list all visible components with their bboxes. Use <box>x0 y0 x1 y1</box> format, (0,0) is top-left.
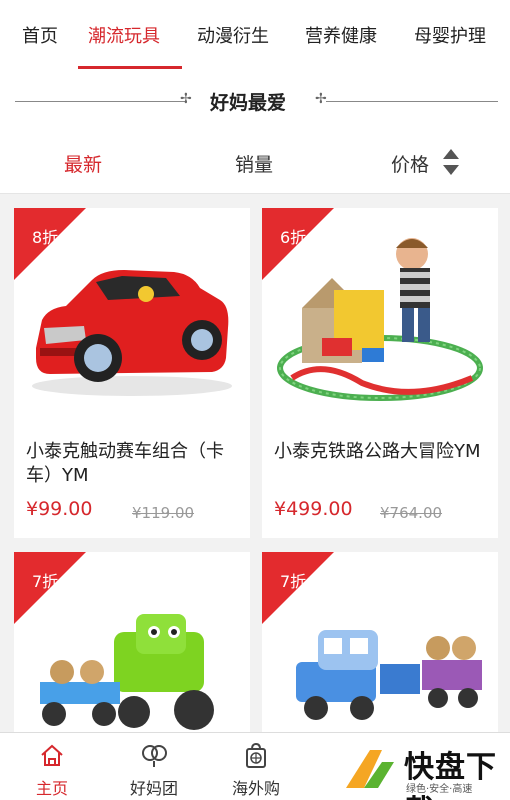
sort-newest[interactable]: 最新 <box>64 150 102 177</box>
section-title: 好妈最爱 <box>210 92 287 114</box>
discount-badge-label: 7折 <box>32 572 59 591</box>
sort-sales[interactable]: 销量 <box>235 150 273 177</box>
discount-badge-label: 8折 <box>32 228 59 247</box>
product-card[interactable]: 7折 <box>262 552 498 732</box>
product-card[interactable]: 6折 小泰克铁路公路大冒险YM ¥499.00 ¥764.00 <box>262 208 498 538</box>
tab-anime[interactable]: 动漫衍生 <box>197 22 269 48</box>
home-icon <box>41 744 63 766</box>
divider-right <box>326 101 498 102</box>
ornament-right-icon: ✢ <box>315 91 327 107</box>
divider-left <box>15 101 185 102</box>
discount-badge-label: 7折 <box>280 572 307 591</box>
product-name[interactable]: 小泰克触动赛车组合（卡车）YM <box>26 440 241 488</box>
nav-home-label: 主页 <box>35 779 68 798</box>
product-original-price: ¥764.00 <box>380 504 443 522</box>
nav-group[interactable]: 好妈团 <box>104 733 204 800</box>
nav-overseas-label: 海外购 <box>231 779 280 798</box>
nav-overseas[interactable]: 海外购 <box>206 733 306 800</box>
product-price: ¥99.00 <box>26 498 93 520</box>
globe-bag-icon <box>246 742 266 768</box>
tab-trendy-toys[interactable]: 潮流玩具 <box>88 22 160 48</box>
product-name[interactable]: 小泰克铁路公路大冒险YM <box>274 440 489 464</box>
product-card[interactable]: 8折 小泰克触动赛车组合（卡车）YM ¥99.00 ¥119.00 <box>14 208 250 538</box>
sort-price[interactable]: 价格 <box>391 150 429 177</box>
discount-badge-label: 6折 <box>280 228 307 247</box>
product-card[interactable]: 7折 <box>14 552 250 732</box>
tab-nutrition[interactable]: 营养健康 <box>305 22 377 48</box>
active-tab-indicator <box>78 66 182 69</box>
watermark: 快盘下载 绿色·安全·高速 <box>332 740 510 800</box>
ornament-left-icon: ✢ <box>180 91 192 107</box>
sort-bar: 最新 销量 价格 <box>0 132 510 194</box>
product-original-price: ¥119.00 <box>132 504 195 522</box>
product-price: ¥499.00 <box>274 498 353 520</box>
tab-home[interactable]: 首页 <box>22 22 58 48</box>
tab-baby-care[interactable]: 母婴护理 <box>414 22 486 48</box>
nav-group-label: 好妈团 <box>129 779 178 798</box>
watermark-tagline: 绿色·安全·高速 <box>406 784 473 795</box>
category-tabs: 首页 潮流玩具 动漫衍生 营养健康 母婴护理 <box>0 0 510 72</box>
group-icon <box>142 745 167 767</box>
sort-arrows-icon[interactable] <box>441 149 461 177</box>
watermark-logo-icon <box>346 750 394 788</box>
nav-home[interactable]: 主页 <box>2 733 102 800</box>
